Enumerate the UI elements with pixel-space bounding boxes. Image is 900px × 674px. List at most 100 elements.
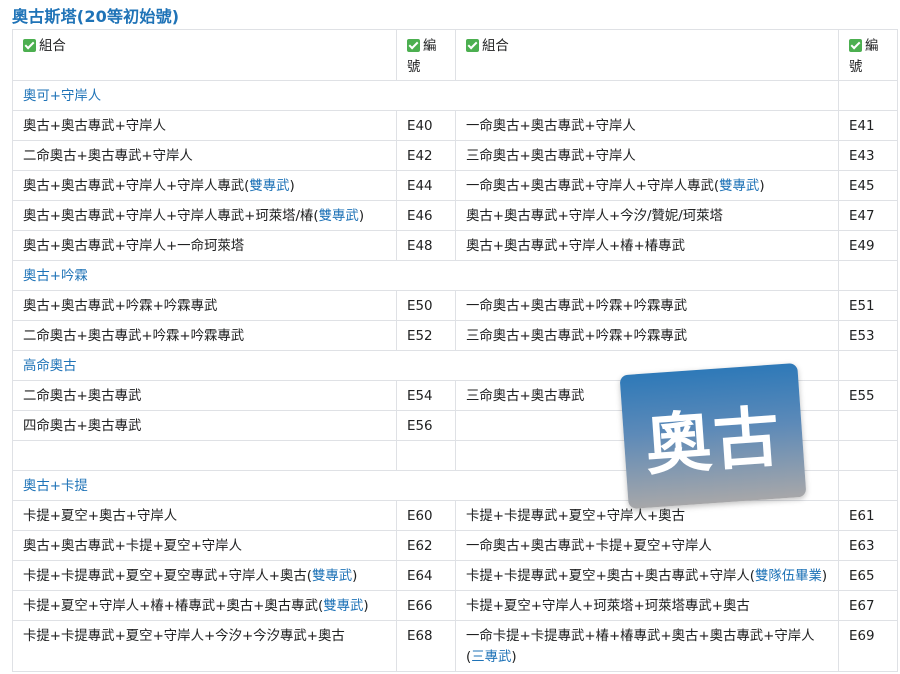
- combo-text: ): [358, 209, 365, 224]
- combo-cell: 奧古+奧古專武+守岸人+今汐/贊妮/珂萊塔: [455, 200, 839, 231]
- combo-cell: 一命奧古+奧古專武+守岸人+守岸人專武(雙專武): [455, 170, 839, 201]
- column-header-label: 組合: [39, 39, 66, 54]
- combo-cell: 卡提+卡提專武+夏空+夏空專武+守岸人+奧古(雙專武): [12, 560, 397, 591]
- section-title: 奧可+守岸人: [12, 80, 839, 111]
- combo-cell: 卡提+卡提專武+夏空+奧古+奧古專武+守岸人(雙隊伍畢業): [455, 560, 839, 591]
- combo-tag-link[interactable]: 雙專武: [323, 599, 363, 614]
- checkbox-icon: [23, 39, 36, 52]
- code-cell: E61: [838, 500, 898, 531]
- combo-cell: 一命卡提+卡提專武+椿+椿專武+奧古+奧古專武+守岸人(三專武): [455, 620, 839, 672]
- combo-tag-link[interactable]: 雙隊伍畢業: [755, 569, 822, 584]
- combo-cell: 奧古+奧古專武+守岸人+椿+椿專武: [455, 230, 839, 261]
- combo-tag-link[interactable]: 雙專武: [249, 179, 289, 194]
- combo-cell: 卡提+夏空+奧古+守岸人: [12, 500, 397, 531]
- character-name-overlay: 奧古: [619, 362, 807, 510]
- code-cell: [396, 440, 456, 471]
- combo-text: 奧古+奧古專武+卡提+夏空+守岸人: [23, 539, 242, 554]
- combo-text: 卡提+夏空+奧古+守岸人: [23, 509, 178, 524]
- combo-text: ): [759, 179, 765, 194]
- column-header-combo[interactable]: 組合: [12, 29, 397, 81]
- code-cell: E40: [396, 110, 456, 141]
- code-cell: E46: [396, 200, 456, 231]
- combo-cell: 卡提+夏空+守岸人+珂萊塔+珂萊塔專武+奧古: [455, 590, 839, 621]
- column-header-number[interactable]: 編號: [838, 29, 898, 81]
- code-cell: E65: [838, 560, 898, 591]
- code-cell: E48: [396, 230, 456, 261]
- combo-tag-link[interactable]: 雙專武: [312, 569, 352, 584]
- code-cell: E64: [396, 560, 456, 591]
- combo-tag-link[interactable]: 三專武: [471, 650, 511, 665]
- combo-tag-link[interactable]: 雙專武: [719, 179, 759, 194]
- section-spacer-cell: [838, 80, 898, 111]
- code-cell: E67: [838, 590, 898, 621]
- code-cell: E42: [396, 140, 456, 171]
- combo-table: 組合 編號 組合 編號 奧可+守岸人 奧古+奧古專武+守岸人 E40 一命奧古+奧古專…: [12, 29, 898, 672]
- table-row: 奧古+奧古專武+吟霖+吟霖專武 E50 一命奧古+奧古專武+吟霖+吟霖專武 E51: [12, 290, 898, 321]
- combo-text: 三命奧古+奧古專武+吟霖+吟霖專武: [466, 329, 688, 344]
- combo-cell: 一命奧古+奧古專武+吟霖+吟霖專武: [455, 290, 839, 321]
- combo-cell: [12, 440, 397, 471]
- combo-cell: 二命奧古+奧古專武: [12, 380, 397, 411]
- combo-text: ): [511, 650, 517, 665]
- combo-cell: 四命奧古+奧古專武: [12, 410, 397, 441]
- combo-cell: 奧古+奧古專武+守岸人+守岸人專武+珂萊塔/椿(雙專武): [12, 200, 397, 231]
- code-cell: E45: [838, 170, 898, 201]
- page-title: 奧古斯塔(20等初始號): [12, 7, 180, 26]
- combo-cell: 三命奧古+奧古專武+吟霖+吟霖專武: [455, 320, 839, 351]
- combo-text: 二命奧古+奧古專武+守岸人: [23, 149, 193, 164]
- combo-text: ): [352, 569, 358, 584]
- combo-cell: 卡提+卡提專武+夏空+守岸人+今汐+今汐專武+奧古: [12, 620, 397, 672]
- combo-text: 一命奧古+奧古專武+吟霖+吟霖專武: [466, 299, 688, 314]
- combo-text: 三命奧古+奧古專武: [466, 389, 585, 404]
- combo-text: 卡提+夏空+守岸人+椿+椿專武+奧古+奧古專武(: [23, 599, 324, 614]
- table-header-row: 組合 編號 組合 編號: [12, 29, 898, 81]
- checkbox-icon: [407, 39, 420, 52]
- column-header-combo[interactable]: 組合: [455, 29, 839, 81]
- section-spacer-cell: [838, 260, 898, 291]
- combo-text: 奧古+奧古專武+守岸人+一命珂萊塔: [23, 239, 245, 254]
- table-row: 卡提+夏空+守岸人+椿+椿專武+奧古+奧古專武(雙專武) E66 卡提+夏空+守岸人…: [12, 590, 898, 621]
- column-header-number[interactable]: 編號: [396, 29, 456, 81]
- combo-text: 奧古+奧古專武+守岸人+守岸人專武+珂萊塔/椿(: [23, 209, 319, 224]
- table-row: 卡提+夏空+奧古+守岸人 E60 卡提+卡提專武+夏空+守岸人+奧古 E61: [12, 500, 898, 531]
- table-row: 奧古+奧古專武+守岸人+守岸人專武(雙專武) E44 一命奧古+奧古專武+守岸人+守…: [12, 170, 898, 201]
- combo-cell: 三命奧古+奧古專武+守岸人: [455, 140, 839, 171]
- code-cell: E51: [838, 290, 898, 321]
- code-cell: E60: [396, 500, 456, 531]
- combo-text: ): [363, 599, 369, 614]
- combo-text: 卡提+夏空+守岸人+珂萊塔+珂萊塔專武+奧古: [466, 599, 750, 614]
- code-cell: E62: [396, 530, 456, 561]
- combo-text: 二命奧古+奧古專武: [23, 389, 142, 404]
- code-cell: E44: [396, 170, 456, 201]
- combo-text: ): [289, 179, 295, 194]
- checkbox-icon: [849, 39, 862, 52]
- code-cell: E53: [838, 320, 898, 351]
- code-cell: E52: [396, 320, 456, 351]
- code-cell: E63: [838, 530, 898, 561]
- code-cell: [838, 440, 898, 471]
- table-row: 奧古+奧古專武+守岸人+守岸人專武+珂萊塔/椿(雙專武) E46 奧古+奧古專武+守…: [12, 200, 898, 231]
- combo-text: 四命奧古+奧古專武: [23, 419, 142, 434]
- combo-text: 一命奧古+奧古專武+卡提+夏空+守岸人: [466, 539, 712, 554]
- code-cell: E41: [838, 110, 898, 141]
- combo-cell: 奧古+奧古專武+守岸人+守岸人專武(雙專武): [12, 170, 397, 201]
- code-cell: E66: [396, 590, 456, 621]
- combo-cell: 二命奧古+奧古專武+守岸人: [12, 140, 397, 171]
- combo-text: 卡提+卡提專武+夏空+奧古+奧古專武+守岸人(: [466, 569, 755, 584]
- section-header-row: 奧古+吟霖: [12, 260, 898, 291]
- table-row: 奧古+奧古專武+卡提+夏空+守岸人 E62 一命奧古+奧古專武+卡提+夏空+守岸人 E…: [12, 530, 898, 561]
- code-cell: E55: [838, 380, 898, 411]
- table-row: 卡提+卡提專武+夏空+夏空專武+守岸人+奧古(雙專武) E64 卡提+卡提專武+夏空…: [12, 560, 898, 591]
- combo-text: 一命卡提+卡提專武+椿+椿專武+奧古+奧古專武+守岸人(: [466, 629, 815, 665]
- code-cell: E68: [396, 620, 456, 672]
- column-header-label: 組合: [482, 39, 509, 54]
- section-header-row: 奧可+守岸人: [12, 80, 898, 111]
- section-spacer-cell: [838, 470, 898, 501]
- combo-text: 卡提+卡提專武+夏空+守岸人+今汐+今汐專武+奧古: [23, 629, 345, 644]
- code-cell: E47: [838, 200, 898, 231]
- code-cell: E54: [396, 380, 456, 411]
- combo-text: 奧古+奧古專武+守岸人+今汐/贊妮/珂萊塔: [466, 209, 723, 224]
- combo-text: 二命奧古+奧古專武+吟霖+吟霖專武: [23, 329, 245, 344]
- combo-tag-link[interactable]: 雙專武: [319, 209, 359, 224]
- table-row: 奧古+奧古專武+守岸人+一命珂萊塔 E48 奧古+奧古專武+守岸人+椿+椿專武 E49: [12, 230, 898, 261]
